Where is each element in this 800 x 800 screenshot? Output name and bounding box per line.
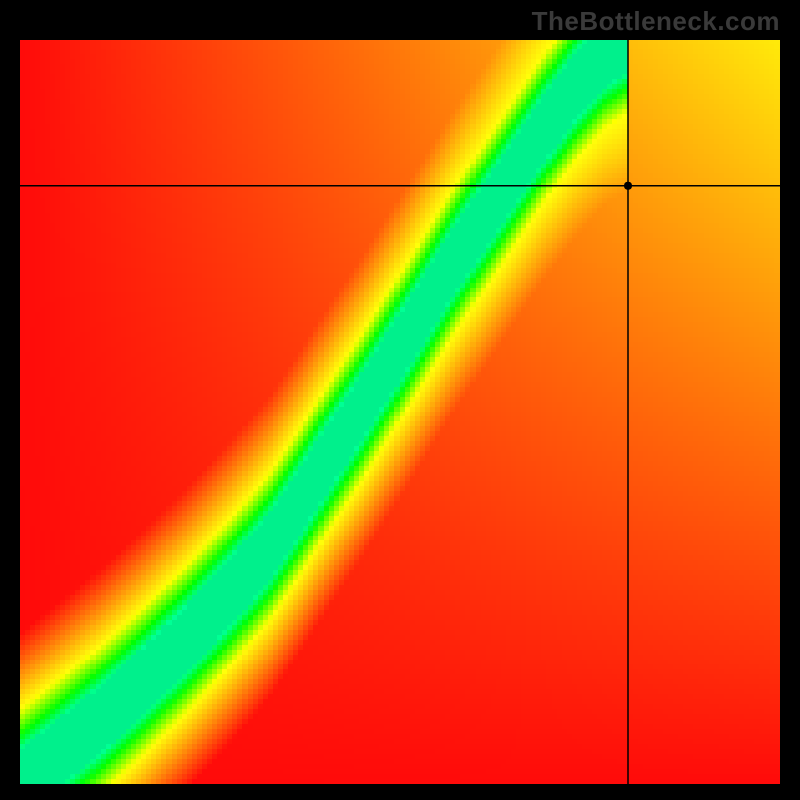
bottleneck-heatmap — [20, 40, 780, 784]
watermark-text: TheBottleneck.com — [532, 6, 780, 37]
chart-frame: TheBottleneck.com — [0, 0, 800, 800]
